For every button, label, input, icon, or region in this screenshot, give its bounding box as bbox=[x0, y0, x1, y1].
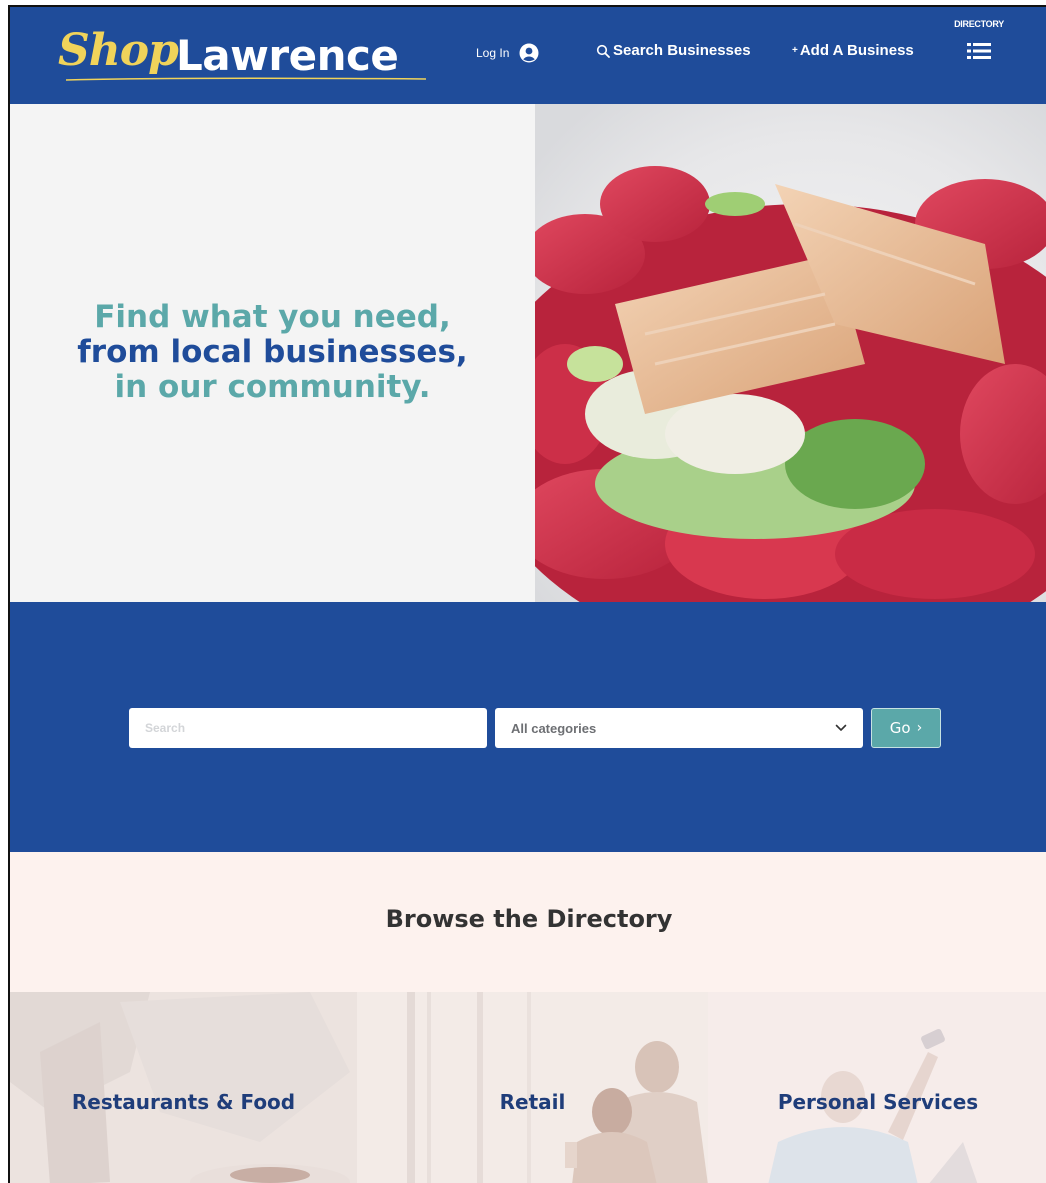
login-label: Log In bbox=[476, 46, 510, 60]
hero-section: Find what you need, from local businesse… bbox=[10, 104, 1046, 602]
page-frame: Shop Lawrence Log In Search Businesses +… bbox=[8, 5, 1046, 1183]
search-icon bbox=[596, 44, 610, 58]
site-logo[interactable]: Shop Lawrence bbox=[58, 23, 438, 83]
add-business-link[interactable]: + Add A Business bbox=[792, 42, 914, 59]
site-header: Shop Lawrence Log In Search Businesses +… bbox=[10, 7, 1046, 104]
category-selected-value: All categories bbox=[511, 720, 597, 736]
chevron-right-icon: › bbox=[916, 720, 923, 736]
hero-line-3: in our community. bbox=[114, 369, 431, 405]
chevron-down-icon bbox=[835, 724, 847, 732]
plus-icon: + bbox=[792, 44, 798, 56]
login-link[interactable]: Log In bbox=[476, 43, 539, 63]
search-input[interactable] bbox=[129, 708, 487, 748]
retail-photo bbox=[357, 992, 708, 1183]
restaurants-photo bbox=[10, 992, 357, 1183]
logo-swash-underline bbox=[66, 77, 426, 81]
category-tiles: Restaurants & Food Retail Personal Servi… bbox=[10, 992, 1046, 1183]
search-businesses-link[interactable]: Search Businesses bbox=[596, 42, 751, 59]
hero-headline: Find what you need, from local businesse… bbox=[10, 300, 535, 405]
search-businesses-label: Search Businesses bbox=[613, 42, 751, 59]
logo-word-text: Lawrence bbox=[176, 31, 399, 80]
list-icon bbox=[967, 43, 991, 59]
category-select[interactable]: All categories bbox=[495, 708, 863, 748]
hero-text-panel: Find what you need, from local businesse… bbox=[10, 104, 535, 602]
category-label-personal-services: Personal Services bbox=[777, 1090, 979, 1114]
personal-services-photo bbox=[708, 992, 1046, 1183]
category-tile-personal-services[interactable]: Personal Services bbox=[708, 992, 1046, 1183]
search-band: All categories Go › bbox=[10, 602, 1046, 852]
browse-title: Browse the Directory bbox=[385, 905, 673, 933]
category-tile-retail[interactable]: Retail bbox=[357, 992, 708, 1183]
go-button[interactable]: Go › bbox=[871, 708, 941, 748]
hero-food-photo bbox=[535, 104, 1046, 602]
directory-menu-button[interactable]: DIRECTORY bbox=[950, 19, 1008, 59]
go-label: Go bbox=[889, 719, 911, 737]
category-tile-restaurants[interactable]: Restaurants & Food bbox=[10, 992, 357, 1183]
user-circle-icon bbox=[519, 43, 539, 63]
category-label-retail: Retail bbox=[499, 1090, 566, 1114]
logo-script-text: Shop bbox=[58, 25, 179, 76]
hero-line-1: Find what you need, bbox=[94, 299, 451, 335]
directory-label: DIRECTORY bbox=[954, 19, 1004, 29]
category-label-restaurants: Restaurants & Food bbox=[71, 1090, 296, 1114]
hero-line-2: from local businesses, bbox=[77, 334, 468, 370]
add-business-label: Add A Business bbox=[799, 42, 914, 59]
browse-section: Browse the Directory bbox=[10, 852, 1046, 992]
